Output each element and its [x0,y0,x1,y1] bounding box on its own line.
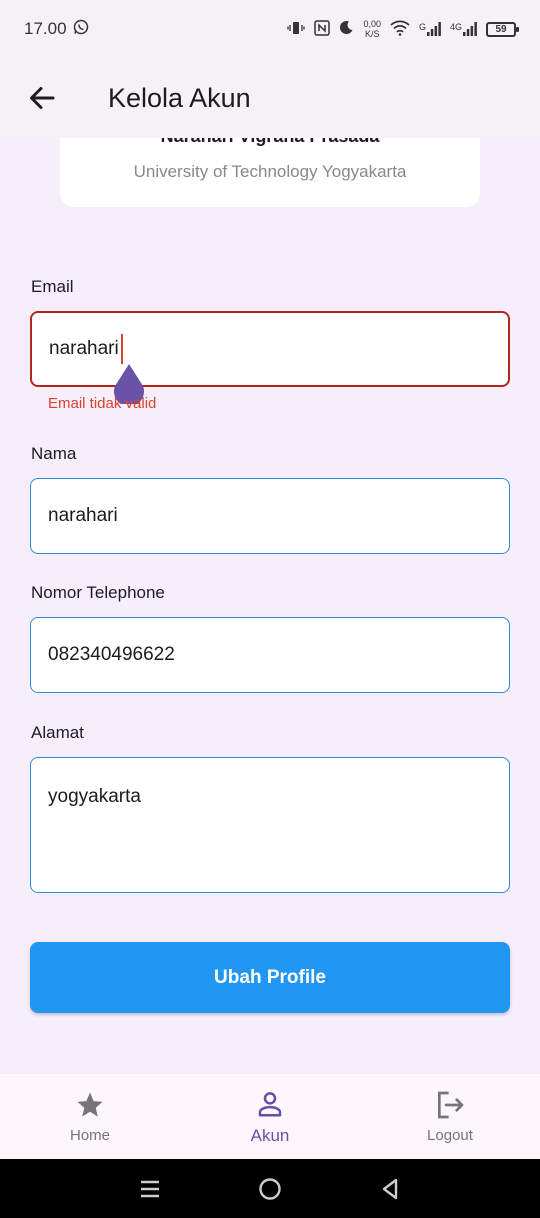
recents-button[interactable] [130,1169,170,1209]
app-bar: Kelola Akun [0,58,540,138]
menu-icon [141,1180,159,1197]
nav-label-logout: Logout [427,1127,473,1144]
address-value: yogyakarta [48,786,141,807]
signal-4g-icon: 4G [450,22,477,36]
email-value: narahari [49,338,119,359]
phone-value: 082340496622 [48,644,175,665]
status-left: 17.00 [24,19,89,40]
signal2-label: 4G [449,22,462,32]
name-value: narahari [48,505,118,526]
nav-item-home[interactable]: Home [0,1074,180,1159]
email-field[interactable]: narahari [30,311,510,387]
net-speed-value: 0,00 [363,19,381,29]
name-label: Nama [31,444,77,463]
status-bar: 17.00 0,00 K/S G 4G 59 [0,0,540,58]
address-label: Alamat [31,723,84,742]
triangle-back-icon [382,1178,398,1199]
page-title: Kelola Akun [108,82,251,113]
back-system-button[interactable] [370,1169,410,1209]
profile-name: Narahari Vigrana Prasada [60,138,480,147]
email-error: Email tidak valid [48,395,157,412]
nav-label-home: Home [69,1127,110,1144]
logout-icon [434,1089,466,1121]
circle-icon [259,1177,281,1200]
status-time: 17.00 [24,19,67,38]
battery-icon: 59 [486,21,519,37]
submit-button[interactable]: Ubah Profile [30,942,510,1013]
status-right: 0,00 K/S G 4G 59 [287,19,519,39]
home-button[interactable] [250,1169,290,1209]
name-field[interactable]: narahari [30,478,510,554]
phone-field[interactable]: 082340496622 [30,617,510,693]
email-label: Email [31,277,74,296]
moon-icon [339,20,354,38]
nav-item-akun[interactable]: Akun [180,1074,360,1159]
profile-card: Narahari Vigrana Prasada University of T… [60,138,480,207]
nav-item-logout[interactable]: Logout [360,1074,540,1159]
phone-label: Nomor Telephone [31,583,165,602]
profile-university: University of Technology Yogyakarta [133,162,407,181]
net-speed-unit: K/S [364,29,380,39]
nfc-icon [314,19,331,39]
signal-icon: G [419,22,441,36]
vibrate-icon [287,20,306,39]
net-speed: 0,00 K/S [363,19,381,39]
whatsapp-icon [73,19,89,40]
star-icon [74,1089,106,1121]
address-field[interactable]: yogyakarta [30,757,510,893]
nav-label-akun: Akun [250,1125,290,1145]
person-icon [254,1088,286,1120]
bottom-navigation: Home Akun Logout [0,1073,540,1159]
arrow-left-icon [30,87,55,109]
signal1-label: G [418,22,426,32]
system-nav-bar [0,1159,540,1218]
back-button[interactable] [18,74,66,122]
text-cursor [120,334,124,364]
wifi-icon [390,20,410,39]
